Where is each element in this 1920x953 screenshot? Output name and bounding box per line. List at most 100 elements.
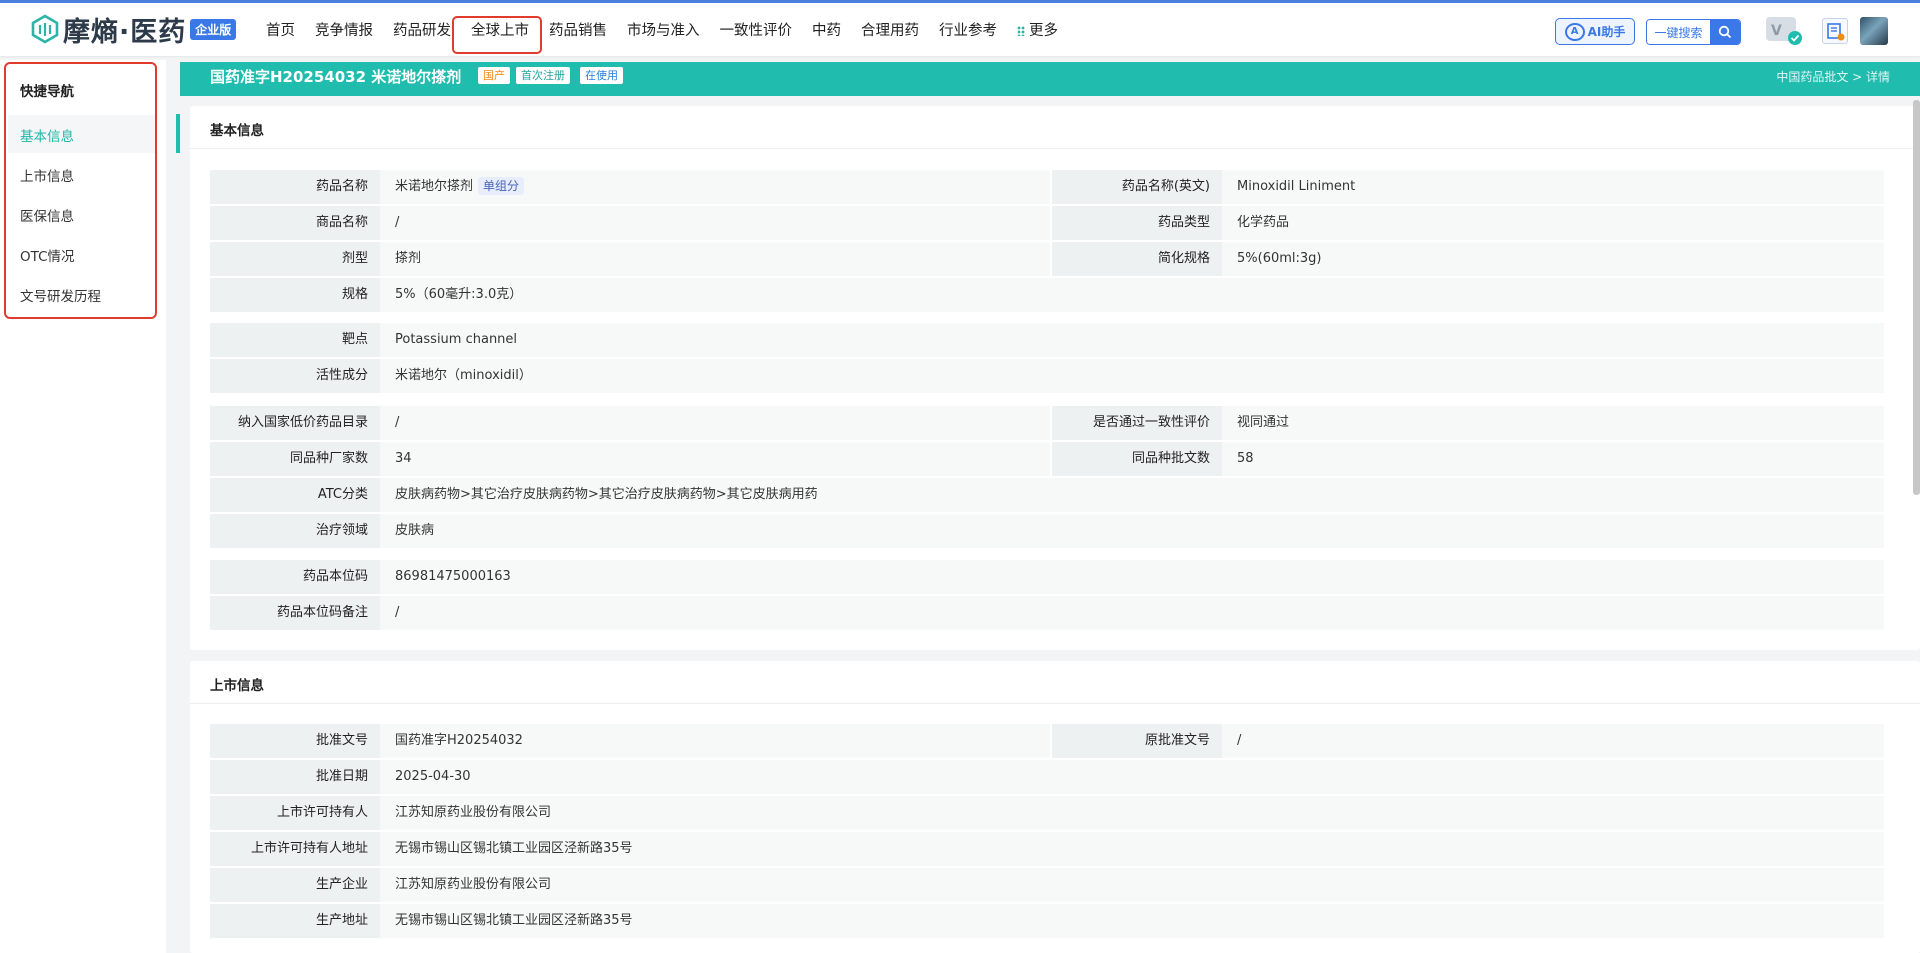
nav-home[interactable]: 首页 xyxy=(266,19,295,40)
sidebar-item-history[interactable]: 文号研发历程 xyxy=(20,285,101,305)
row-standard-code-note: 药品本位码备注 / xyxy=(210,596,1884,630)
field-label: 纳入国家低价药品目录 xyxy=(210,406,380,440)
field-label: 同品种批文数 xyxy=(1052,442,1222,476)
nav-more[interactable]: 更多 xyxy=(1017,19,1058,40)
field-value: 86981475000163 xyxy=(380,560,1884,594)
row-trade-name: 商品名称 / xyxy=(210,206,1050,240)
sidebar-item-otc[interactable]: OTC情况 xyxy=(20,245,75,265)
field-value: 34 xyxy=(380,442,1050,476)
row-manufacturing-address: 生产地址 无锡市锡山区锡北镇工业园区泾新路35号 xyxy=(210,904,1884,938)
vip-icon[interactable]: V xyxy=(1765,16,1803,46)
field-label: 药品名称(英文) xyxy=(1052,170,1222,204)
page-scrollbar[interactable] xyxy=(1913,100,1920,495)
main-nav: 首页 竞争情报 药品研发 全球上市 药品销售 市场与准入 一致性评价 中药 合理… xyxy=(256,3,1068,56)
svg-text:V: V xyxy=(1771,23,1782,39)
ai-assistant-button[interactable]: A AI助手 xyxy=(1555,18,1635,45)
field-label: 上市许可持有人 xyxy=(210,796,380,830)
tag-first-registration: 首次注册 xyxy=(516,67,570,84)
logo-mark-icon xyxy=(31,14,59,44)
edition-badge: 企业版 xyxy=(190,18,237,40)
row-approval-count: 同品种批文数 58 xyxy=(1052,442,1884,476)
row-drug-name: 药品名称 米诺地尔搽剂 单组分 xyxy=(210,170,1050,204)
field-value: 江苏知原药业股份有限公司 xyxy=(380,796,1884,830)
field-value: Minoxidil Liniment xyxy=(1222,170,1884,204)
field-value: 5%（60毫升:3.0克） xyxy=(380,278,1884,312)
field-value: 2025-04-30 xyxy=(380,760,1884,794)
field-label: 原批准文号 xyxy=(1052,724,1222,758)
field-value: / xyxy=(1222,724,1884,758)
sidebar-title: 快捷导航 xyxy=(20,84,74,100)
field-value: 视同通过 xyxy=(1222,406,1884,440)
breadcrumb[interactable]: 中国药品批文 > 详情 xyxy=(1776,68,1890,85)
row-drug-type: 药品类型 化学药品 xyxy=(1052,206,1884,240)
component-badge: 单组分 xyxy=(478,177,525,195)
field-label: 生产地址 xyxy=(210,904,380,938)
field-value: 米诺地尔（minoxidil） xyxy=(380,359,1884,393)
search-button[interactable] xyxy=(1710,20,1740,44)
field-value: / xyxy=(380,206,1050,240)
field-label: 靶点 xyxy=(210,323,380,357)
field-value: 米诺地尔搽剂 单组分 xyxy=(380,170,1050,204)
row-license-holder: 上市许可持有人 江苏知原药业股份有限公司 xyxy=(210,796,1884,830)
field-label: 批准文号 xyxy=(210,724,380,758)
row-standard-code: 药品本位码 86981475000163 xyxy=(210,560,1884,594)
field-label: 同品种厂家数 xyxy=(210,442,380,476)
notebook-icon[interactable] xyxy=(1822,18,1848,44)
field-label: 活性成分 xyxy=(210,359,380,393)
field-value: 皮肤病 xyxy=(380,514,1884,548)
row-manufacturer-count: 同品种厂家数 34 xyxy=(210,442,1050,476)
field-label: 简化规格 xyxy=(1052,242,1222,276)
drug-name-value: 米诺地尔搽剂 xyxy=(395,179,474,194)
row-license-holder-address: 上市许可持有人地址 无锡市锡山区锡北镇工业园区泾新路35号 xyxy=(210,832,1884,866)
field-label: 生产企业 xyxy=(210,868,380,902)
nav-market-access[interactable]: 市场与准入 xyxy=(627,19,700,40)
field-value: 5%(60ml:3g) xyxy=(1222,242,1884,276)
nav-rational-use[interactable]: 合理用药 xyxy=(861,19,919,40)
sidebar-highlight-frame xyxy=(4,62,157,319)
field-value: 搽剂 xyxy=(380,242,1050,276)
nav-industry-ref[interactable]: 行业参考 xyxy=(939,19,997,40)
field-value: 皮肤病药物>其它治疗皮肤病药物>其它治疗皮肤病药物>其它皮肤病用药 xyxy=(380,478,1884,512)
quick-search[interactable]: 一键搜索 xyxy=(1646,19,1741,45)
row-atc: ATC分类 皮肤病药物>其它治疗皮肤病药物>其它治疗皮肤病药物>其它皮肤病用药 xyxy=(210,478,1884,512)
row-dosage-form: 剂型 搽剂 xyxy=(210,242,1050,276)
sidebar-item-market-info[interactable]: 上市信息 xyxy=(20,165,74,185)
row-simple-spec: 简化规格 5%(60ml:3g) xyxy=(1052,242,1884,276)
nav-tcm[interactable]: 中药 xyxy=(812,19,841,40)
basic-info-title: 基本信息 xyxy=(210,123,264,139)
nav-drug-rd[interactable]: 药品研发 xyxy=(393,19,451,40)
top-navbar: 摩熵·医药 企业版 首页 竞争情报 药品研发 全球上市 药品销售 市场与准入 一… xyxy=(0,0,1920,56)
field-label: 剂型 xyxy=(210,242,380,276)
sidebar-item-insurance-info[interactable]: 医保信息 xyxy=(20,205,74,225)
nav-highlight-frame xyxy=(452,16,542,54)
field-value: 化学药品 xyxy=(1222,206,1884,240)
field-label: 批准日期 xyxy=(210,760,380,794)
nav-drug-sales[interactable]: 药品销售 xyxy=(549,19,607,40)
nav-consistency-eval[interactable]: 一致性评价 xyxy=(720,19,793,40)
field-label: 药品类型 xyxy=(1052,206,1222,240)
row-original-approval-number: 原批准文号 / xyxy=(1052,724,1884,758)
nav-competitive-intel[interactable]: 竞争情报 xyxy=(315,19,373,40)
row-approval-date: 批准日期 2025-04-30 xyxy=(210,760,1884,794)
book-glyph-icon xyxy=(1827,23,1845,41)
section-active-indicator xyxy=(176,114,180,153)
field-label: 是否通过一致性评价 xyxy=(1052,406,1222,440)
field-value: / xyxy=(380,596,1884,630)
brand-name: 摩熵·医药 xyxy=(63,16,187,48)
field-label: 药品本位码 xyxy=(210,560,380,594)
ai-icon: A xyxy=(1564,22,1585,41)
field-value: 58 xyxy=(1222,442,1884,476)
user-avatar[interactable] xyxy=(1860,17,1888,45)
search-icon xyxy=(1718,25,1732,39)
field-label: ATC分类 xyxy=(210,478,380,512)
field-value: / xyxy=(380,406,1050,440)
sidebar-item-basic-info[interactable]: 基本信息 xyxy=(20,125,74,145)
field-label: 规格 xyxy=(210,278,380,312)
row-active-ingredient: 活性成分 米诺地尔（minoxidil） xyxy=(210,359,1884,393)
row-target: 靶点 Potassium channel xyxy=(210,323,1884,357)
brand-logo[interactable]: 摩熵·医药 企业版 xyxy=(30,12,237,48)
grid-dots-icon xyxy=(1017,26,1025,36)
nav-more-label: 更多 xyxy=(1029,23,1058,39)
market-info-title: 上市信息 xyxy=(210,678,264,694)
field-label: 商品名称 xyxy=(210,206,380,240)
